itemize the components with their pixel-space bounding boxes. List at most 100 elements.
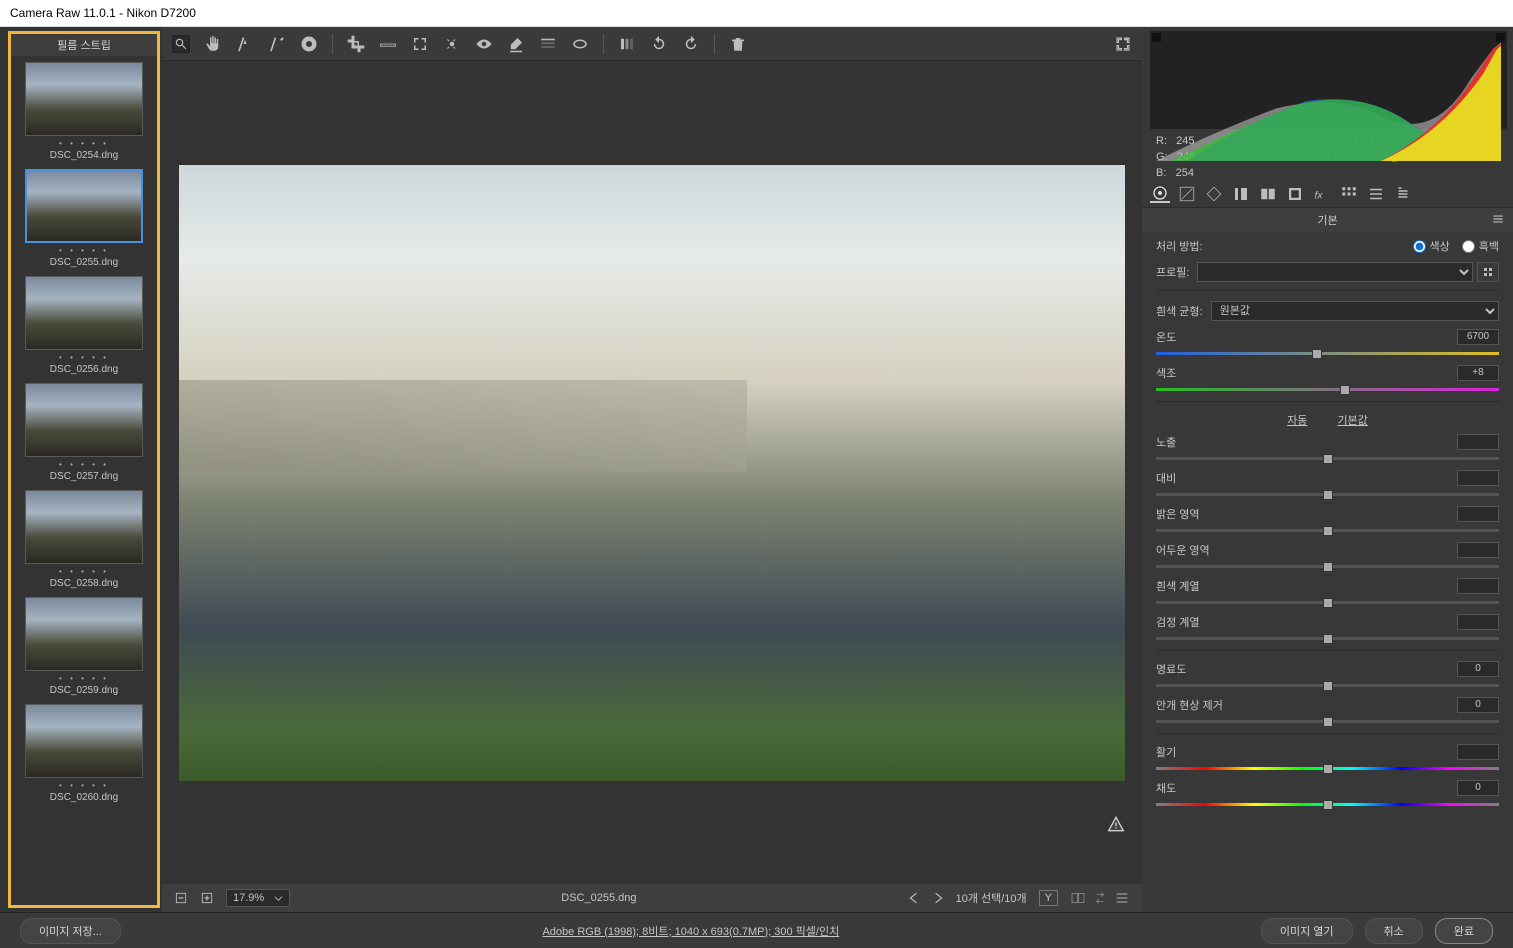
panel-menu-icon[interactable] bbox=[1491, 212, 1505, 226]
blacks-slider[interactable] bbox=[1156, 634, 1499, 642]
tone-curve-tab-icon[interactable] bbox=[1177, 185, 1197, 203]
done-button[interactable]: 완료 bbox=[1435, 918, 1493, 944]
thumbnail[interactable]: • • • • • DSC_0254.dng bbox=[11, 56, 157, 163]
whites-slider[interactable] bbox=[1156, 598, 1499, 606]
thumbnail[interactable]: • • • • • DSC_0259.dng bbox=[11, 591, 157, 698]
target-adjust-tool-icon[interactable] bbox=[300, 35, 318, 53]
slider-handle[interactable] bbox=[1323, 454, 1333, 464]
slider-handle[interactable] bbox=[1323, 717, 1333, 727]
clarity-slider[interactable] bbox=[1156, 681, 1499, 689]
next-arrow-icon[interactable] bbox=[932, 892, 944, 904]
tint-slider[interactable] bbox=[1156, 385, 1499, 393]
adjustment-brush-icon[interactable] bbox=[507, 35, 525, 53]
straighten-tool-icon[interactable] bbox=[379, 35, 397, 53]
preview-y-button[interactable]: Y bbox=[1039, 890, 1058, 906]
redeye-tool-icon[interactable] bbox=[475, 35, 493, 53]
preview-viewport[interactable] bbox=[162, 61, 1142, 884]
slider-handle[interactable] bbox=[1340, 385, 1350, 395]
slider-handle[interactable] bbox=[1323, 681, 1333, 691]
rating-dots[interactable]: • • • • • bbox=[23, 674, 145, 683]
rating-dots[interactable]: • • • • • bbox=[23, 460, 145, 469]
clarity-value[interactable]: 0 bbox=[1457, 661, 1499, 677]
spot-removal-tool-icon[interactable] bbox=[443, 35, 461, 53]
auto-link[interactable]: 자동 bbox=[1287, 412, 1307, 428]
zoom-in-icon[interactable] bbox=[200, 891, 214, 905]
thumbnail[interactable]: • • • • • DSC_0260.dng bbox=[11, 698, 157, 805]
swap-icon[interactable] bbox=[1092, 890, 1108, 906]
thumbnail[interactable]: • • • • • DSC_0256.dng bbox=[11, 270, 157, 377]
profile-select[interactable] bbox=[1197, 262, 1473, 282]
temp-slider[interactable] bbox=[1156, 349, 1499, 357]
rating-dots[interactable]: • • • • • bbox=[23, 353, 145, 362]
rating-dots[interactable]: • • • • • bbox=[23, 246, 145, 255]
hand-tool-icon[interactable] bbox=[204, 35, 222, 53]
saturation-slider[interactable] bbox=[1156, 800, 1499, 808]
graduated-filter-icon[interactable] bbox=[539, 35, 557, 53]
workflow-link[interactable]: Adobe RGB (1998); 8비트; 1040 x 693(0.7MP)… bbox=[133, 923, 1249, 939]
contrast-value[interactable] bbox=[1457, 470, 1499, 486]
thumbnail[interactable]: • • • • • DSC_0257.dng bbox=[11, 377, 157, 484]
exposure-slider[interactable] bbox=[1156, 454, 1499, 462]
dehaze-value[interactable]: 0 bbox=[1457, 697, 1499, 713]
highlights-value[interactable] bbox=[1457, 506, 1499, 522]
contrast-slider[interactable] bbox=[1156, 490, 1499, 498]
shadows-slider[interactable] bbox=[1156, 562, 1499, 570]
rating-dots[interactable]: • • • • • bbox=[23, 139, 145, 148]
saturation-value[interactable]: 0 bbox=[1457, 780, 1499, 796]
slider-handle[interactable] bbox=[1323, 598, 1333, 608]
vibrance-value[interactable] bbox=[1457, 744, 1499, 760]
transform-tool-icon[interactable] bbox=[411, 35, 429, 53]
prev-arrow-icon[interactable] bbox=[908, 892, 920, 904]
snapshots-tab-icon[interactable] bbox=[1393, 185, 1413, 203]
rating-dots[interactable]: • • • • • bbox=[23, 781, 145, 790]
fullscreen-icon[interactable] bbox=[1114, 35, 1132, 53]
split-tab-icon[interactable] bbox=[1258, 185, 1278, 203]
white-balance-tool-icon[interactable] bbox=[236, 35, 254, 53]
delete-icon[interactable] bbox=[729, 35, 747, 53]
rating-dots[interactable]: • • • • • bbox=[23, 567, 145, 576]
lens-tab-icon[interactable] bbox=[1285, 185, 1305, 203]
thumbnail[interactable]: • • • • • DSC_0258.dng bbox=[11, 484, 157, 591]
detail-tab-icon[interactable] bbox=[1204, 185, 1224, 203]
treatment-color-radio[interactable]: 색상 bbox=[1413, 238, 1450, 254]
zoom-select[interactable]: 17.9% bbox=[226, 889, 290, 907]
preferences-icon[interactable] bbox=[618, 35, 636, 53]
open-image-button[interactable]: 이미지 열기 bbox=[1261, 918, 1353, 944]
compare-icon[interactable] bbox=[1070, 890, 1086, 906]
calibrate-tab-icon[interactable] bbox=[1339, 185, 1359, 203]
menu-icon[interactable] bbox=[1114, 890, 1130, 906]
dehaze-slider[interactable] bbox=[1156, 717, 1499, 725]
slider-handle[interactable] bbox=[1323, 634, 1333, 644]
save-image-button[interactable]: 이미지 저장... bbox=[20, 918, 121, 944]
histogram[interactable] bbox=[1150, 31, 1507, 129]
warning-icon[interactable] bbox=[1108, 816, 1124, 832]
presets-tab-icon[interactable] bbox=[1366, 185, 1386, 203]
color-sampler-tool-icon[interactable] bbox=[268, 35, 286, 53]
slider-handle[interactable] bbox=[1323, 764, 1333, 774]
highlights-slider[interactable] bbox=[1156, 526, 1499, 534]
temp-value[interactable]: 6700 bbox=[1457, 329, 1499, 345]
slider-handle[interactable] bbox=[1323, 526, 1333, 536]
shadows-value[interactable] bbox=[1457, 542, 1499, 558]
profile-browse-button[interactable] bbox=[1477, 262, 1499, 282]
slider-handle[interactable] bbox=[1312, 349, 1322, 359]
crop-tool-icon[interactable] bbox=[347, 35, 365, 53]
zoom-tool-icon[interactable] bbox=[172, 35, 190, 53]
whites-value[interactable] bbox=[1457, 578, 1499, 594]
slider-handle[interactable] bbox=[1323, 562, 1333, 572]
slider-handle[interactable] bbox=[1323, 490, 1333, 500]
wb-select[interactable]: 원본값 bbox=[1211, 301, 1499, 321]
slider-handle[interactable] bbox=[1323, 800, 1333, 810]
zoom-out-icon[interactable] bbox=[174, 891, 188, 905]
basic-tab-icon[interactable] bbox=[1150, 185, 1170, 203]
rotate-cw-icon[interactable] bbox=[682, 35, 700, 53]
cancel-button[interactable]: 취소 bbox=[1365, 918, 1423, 944]
treatment-bw-radio[interactable]: 흑백 bbox=[1462, 238, 1499, 254]
default-link[interactable]: 기본값 bbox=[1337, 412, 1367, 428]
rotate-ccw-icon[interactable] bbox=[650, 35, 668, 53]
fx-tab-icon[interactable]: fx bbox=[1312, 185, 1332, 203]
blacks-value[interactable] bbox=[1457, 614, 1499, 630]
radial-filter-icon[interactable] bbox=[571, 35, 589, 53]
tint-value[interactable]: +8 bbox=[1457, 365, 1499, 381]
exposure-value[interactable] bbox=[1457, 434, 1499, 450]
